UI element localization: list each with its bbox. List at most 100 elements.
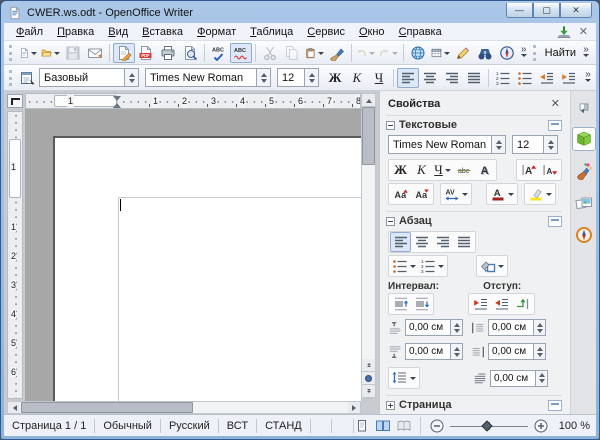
copy-button[interactable] — [281, 43, 303, 63]
sidebar-align-center-button[interactable] — [411, 232, 432, 252]
print-button[interactable] — [157, 43, 179, 63]
bullet-list-button[interactable] — [514, 68, 536, 88]
update-download-icon[interactable] — [557, 25, 571, 39]
vertical-scrollbar[interactable] — [361, 93, 376, 399]
underline-button[interactable]: Ч — [368, 68, 390, 88]
find-overflow-button[interactable]: » — [580, 46, 592, 60]
redo-button[interactable] — [377, 43, 400, 63]
document-canvas[interactable] — [25, 109, 361, 401]
combo-spinner[interactable] — [543, 136, 557, 153]
insert-table-button[interactable] — [429, 43, 452, 63]
next-page-button[interactable] — [362, 385, 375, 398]
field-spinner[interactable] — [535, 371, 547, 386]
email-button[interactable] — [84, 43, 106, 63]
tab-styles[interactable] — [572, 159, 596, 183]
font-name-combo[interactable]: Times New Roman — [145, 68, 271, 87]
increase-indent-button[interactable] — [558, 68, 580, 88]
below-spacing-field[interactable]: 0,00 см — [405, 343, 463, 360]
collapse-icon[interactable] — [386, 217, 395, 226]
previous-page-button[interactable] — [362, 359, 375, 372]
scroll-left-button[interactable] — [8, 402, 20, 413]
decrease-indent-button[interactable] — [536, 68, 558, 88]
decrease-font-size-button[interactable] — [539, 160, 560, 180]
font-size-combo[interactable]: 12 — [277, 68, 319, 87]
hyperlink-button[interactable] — [407, 43, 429, 63]
tab-properties[interactable] — [572, 127, 596, 151]
shadow-button[interactable] — [474, 160, 495, 180]
italic-button[interactable]: К — [346, 68, 368, 88]
menu-tools[interactable]: Сервис — [301, 25, 351, 39]
align-center-button[interactable] — [419, 68, 441, 88]
book-view-icon[interactable] — [396, 418, 412, 434]
combo-spinner[interactable] — [304, 69, 318, 86]
lowercase-button[interactable] — [411, 184, 432, 204]
align-justify-button[interactable] — [463, 68, 485, 88]
maximize-button[interactable]: ▢ — [533, 3, 560, 18]
combo-spinner[interactable] — [256, 69, 270, 86]
spellcheck-button[interactable] — [208, 43, 230, 63]
field-spinner[interactable] — [450, 344, 462, 359]
find-toolbar-grip[interactable] — [533, 45, 538, 61]
menu-table[interactable]: Таблица — [244, 25, 299, 39]
zoom-level[interactable]: 100 % — [554, 420, 590, 432]
tab-gallery[interactable] — [572, 191, 596, 215]
combo-spinner[interactable] — [124, 69, 138, 86]
ruler-left-margin-zone[interactable] — [54, 95, 117, 107]
close-button[interactable]: ✕ — [560, 3, 592, 18]
save-button[interactable] — [62, 43, 84, 63]
menu-window[interactable]: Окно — [353, 25, 391, 39]
find-label[interactable]: Найти — [545, 47, 576, 59]
before-indent-field[interactable]: 0,00 см — [488, 319, 546, 336]
page-style-cell[interactable]: Обычный — [95, 419, 161, 433]
menu-view[interactable]: Вид — [102, 25, 134, 39]
insert-mode-cell[interactable]: ВСТ — [219, 419, 257, 433]
scroll-right-button[interactable] — [348, 402, 360, 413]
navigation-button[interactable] — [362, 372, 375, 385]
sidebar-bold-button[interactable]: Ж — [390, 160, 411, 180]
paragraph-background-button[interactable] — [478, 256, 506, 276]
find-replace-button[interactable] — [474, 43, 496, 63]
sidebar-font-size-combo[interactable]: 12 — [512, 135, 558, 154]
bold-button[interactable]: Ж — [324, 68, 346, 88]
tab-navigator[interactable] — [572, 223, 596, 247]
first-line-indent-field[interactable]: 0,00 см — [490, 370, 548, 387]
zoom-slider[interactable] — [450, 419, 528, 433]
sidebar-bullet-list-button[interactable] — [390, 256, 418, 276]
menu-insert[interactable]: Вставка — [136, 25, 189, 39]
vertical-scroll-thumb[interactable] — [362, 107, 375, 165]
new-document-button[interactable] — [17, 43, 40, 63]
language-cell[interactable]: Русский — [161, 419, 219, 433]
export-pdf-button[interactable] — [135, 43, 157, 63]
undo-button[interactable] — [354, 43, 377, 63]
tab-type-selector[interactable] — [7, 94, 23, 108]
sidebar-increase-indent-button[interactable] — [470, 294, 491, 314]
zoom-in-icon[interactable] — [533, 418, 549, 434]
decrease-paragraph-spacing-button[interactable] — [411, 294, 432, 314]
horizontal-scrollbar[interactable] — [7, 401, 361, 414]
numbered-list-button[interactable] — [492, 68, 514, 88]
increase-paragraph-spacing-button[interactable] — [390, 294, 411, 314]
field-spinner[interactable] — [533, 344, 545, 359]
single-page-view-icon[interactable] — [354, 418, 370, 434]
autospellcheck-button[interactable] — [230, 43, 252, 63]
sidebar-italic-button[interactable]: К — [411, 160, 432, 180]
field-spinner[interactable] — [533, 320, 545, 335]
more-options-button[interactable] — [548, 400, 562, 411]
cut-button[interactable] — [259, 43, 281, 63]
combo-spinner[interactable] — [491, 136, 505, 153]
sidebar-numbered-list-button[interactable] — [418, 256, 446, 276]
expand-icon[interactable] — [386, 401, 395, 410]
sidebar-settings-icon[interactable] — [572, 95, 596, 119]
strikethrough-button[interactable] — [453, 160, 474, 180]
sidebar-align-justify-button[interactable] — [453, 232, 474, 252]
more-options-button[interactable] — [548, 216, 562, 227]
page-preview-button[interactable] — [179, 43, 201, 63]
menu-help[interactable]: Справка — [393, 25, 448, 39]
uppercase-button[interactable] — [390, 184, 411, 204]
clone-formatting-button[interactable] — [326, 43, 348, 63]
toolbar-grip[interactable] — [9, 45, 14, 61]
multi-page-view-icon[interactable] — [375, 418, 391, 434]
sidebar-align-left-button[interactable] — [390, 232, 411, 252]
increase-font-size-button[interactable] — [518, 160, 539, 180]
sidebar-decrease-indent-button[interactable] — [491, 294, 512, 314]
